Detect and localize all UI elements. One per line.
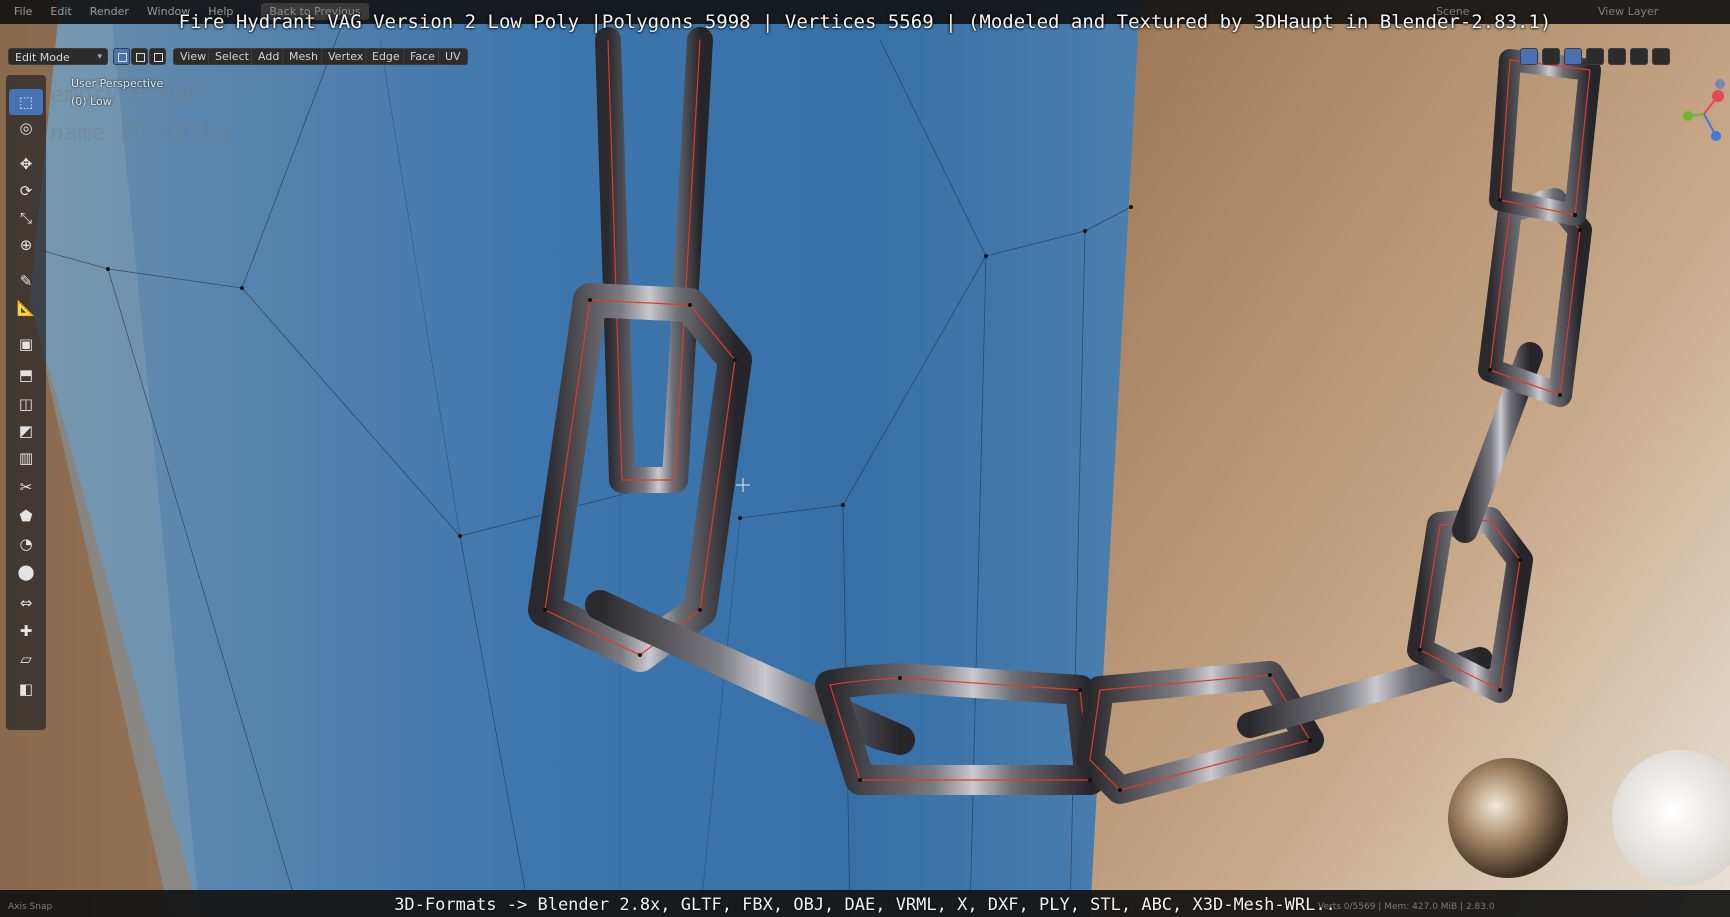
wireframe-shading-button[interactable] (1586, 48, 1604, 65)
face-icon (154, 53, 163, 62)
loop-cut-tool-icon[interactable]: ▥ (9, 445, 43, 471)
chevron-down-icon: ▾ (97, 52, 102, 62)
menu-select[interactable]: Select (208, 48, 256, 65)
rip-tool-icon[interactable]: ◧ (9, 676, 43, 702)
overlay-toggle-button[interactable] (1542, 48, 1560, 65)
x-axis-handle (1712, 90, 1724, 102)
shear-tool-icon[interactable]: ▱ (9, 646, 43, 672)
inset-tool-icon[interactable]: ◫ (9, 391, 43, 417)
smooth-tool-icon[interactable]: ⬤ (9, 559, 43, 585)
spin-tool-icon[interactable]: ◔ (9, 531, 43, 557)
select-box-tool-icon[interactable]: ⬚ (9, 89, 43, 115)
solid-shading-button[interactable] (1608, 48, 1626, 65)
mode-dropdown[interactable]: Edit Mode ▾ (8, 48, 108, 65)
gizmo-toggle-button[interactable] (1520, 48, 1538, 65)
extrude-tool-icon[interactable]: ⬒ (9, 362, 43, 388)
z-axis-handle (1711, 131, 1721, 141)
vertex-select-mode-button[interactable] (113, 48, 130, 65)
move-tool-icon[interactable]: ✥ (9, 151, 43, 177)
menu-face[interactable]: Face (403, 48, 442, 65)
add-cube-tool-icon[interactable]: ▣ (9, 331, 43, 357)
viewport-shading-controls (1520, 48, 1670, 65)
3d-viewport[interactable] (0, 0, 1730, 917)
edge-icon (136, 53, 145, 62)
menu-edge[interactable]: Edge (365, 48, 407, 65)
annotate-tool-icon[interactable]: ✎ (9, 268, 43, 294)
xray-toggle-button[interactable] (1564, 48, 1582, 65)
rotate-tool-icon[interactable]: ⟳ (9, 178, 43, 204)
rendered-shading-button[interactable] (1652, 48, 1670, 65)
navigation-gizmo[interactable] (1680, 76, 1728, 142)
transform-tool-icon[interactable]: ⊕ (9, 232, 43, 258)
menu-uv[interactable]: UV (438, 48, 468, 65)
video-title-overlay: Fire Hydrant VAG Version 2 Low Poly |Pol… (178, 11, 1552, 33)
formats-overlay: 3D-Formats -> Blender 2.8x, GLTF, FBX, O… (394, 895, 1336, 915)
vertex-icon (118, 53, 127, 62)
ghost-text-name: name PC-1N25B (50, 120, 231, 146)
shrink-fatten-tool-icon[interactable]: ✚ (9, 618, 43, 644)
knife-tool-icon[interactable]: ✂ (9, 474, 43, 500)
mode-label: Edit Mode (15, 51, 70, 64)
crosshair-cursor-icon (736, 478, 750, 492)
menu-add[interactable]: Add (251, 48, 287, 65)
menu-vertex[interactable]: Vertex (321, 48, 371, 65)
measure-tool-icon[interactable]: 📐 (9, 295, 43, 321)
ghost-text-memory: emory 0.08M (50, 82, 203, 108)
face-select-mode-button[interactable] (149, 48, 166, 65)
scene-render[interactable] (0, 0, 1730, 917)
edge-slide-tool-icon[interactable]: ⇔ (9, 590, 43, 616)
bevel-tool-icon[interactable]: ◩ (9, 418, 43, 444)
material-shading-button[interactable] (1630, 48, 1648, 65)
scale-tool-icon[interactable]: ⤡ (9, 205, 43, 231)
poly-build-tool-icon[interactable]: ⬟ (9, 503, 43, 529)
menu-mesh[interactable]: Mesh (282, 48, 325, 65)
cursor-tool-icon[interactable]: ◎ (9, 115, 43, 141)
y-axis-handle (1683, 111, 1693, 121)
edge-select-mode-button[interactable] (131, 48, 148, 65)
